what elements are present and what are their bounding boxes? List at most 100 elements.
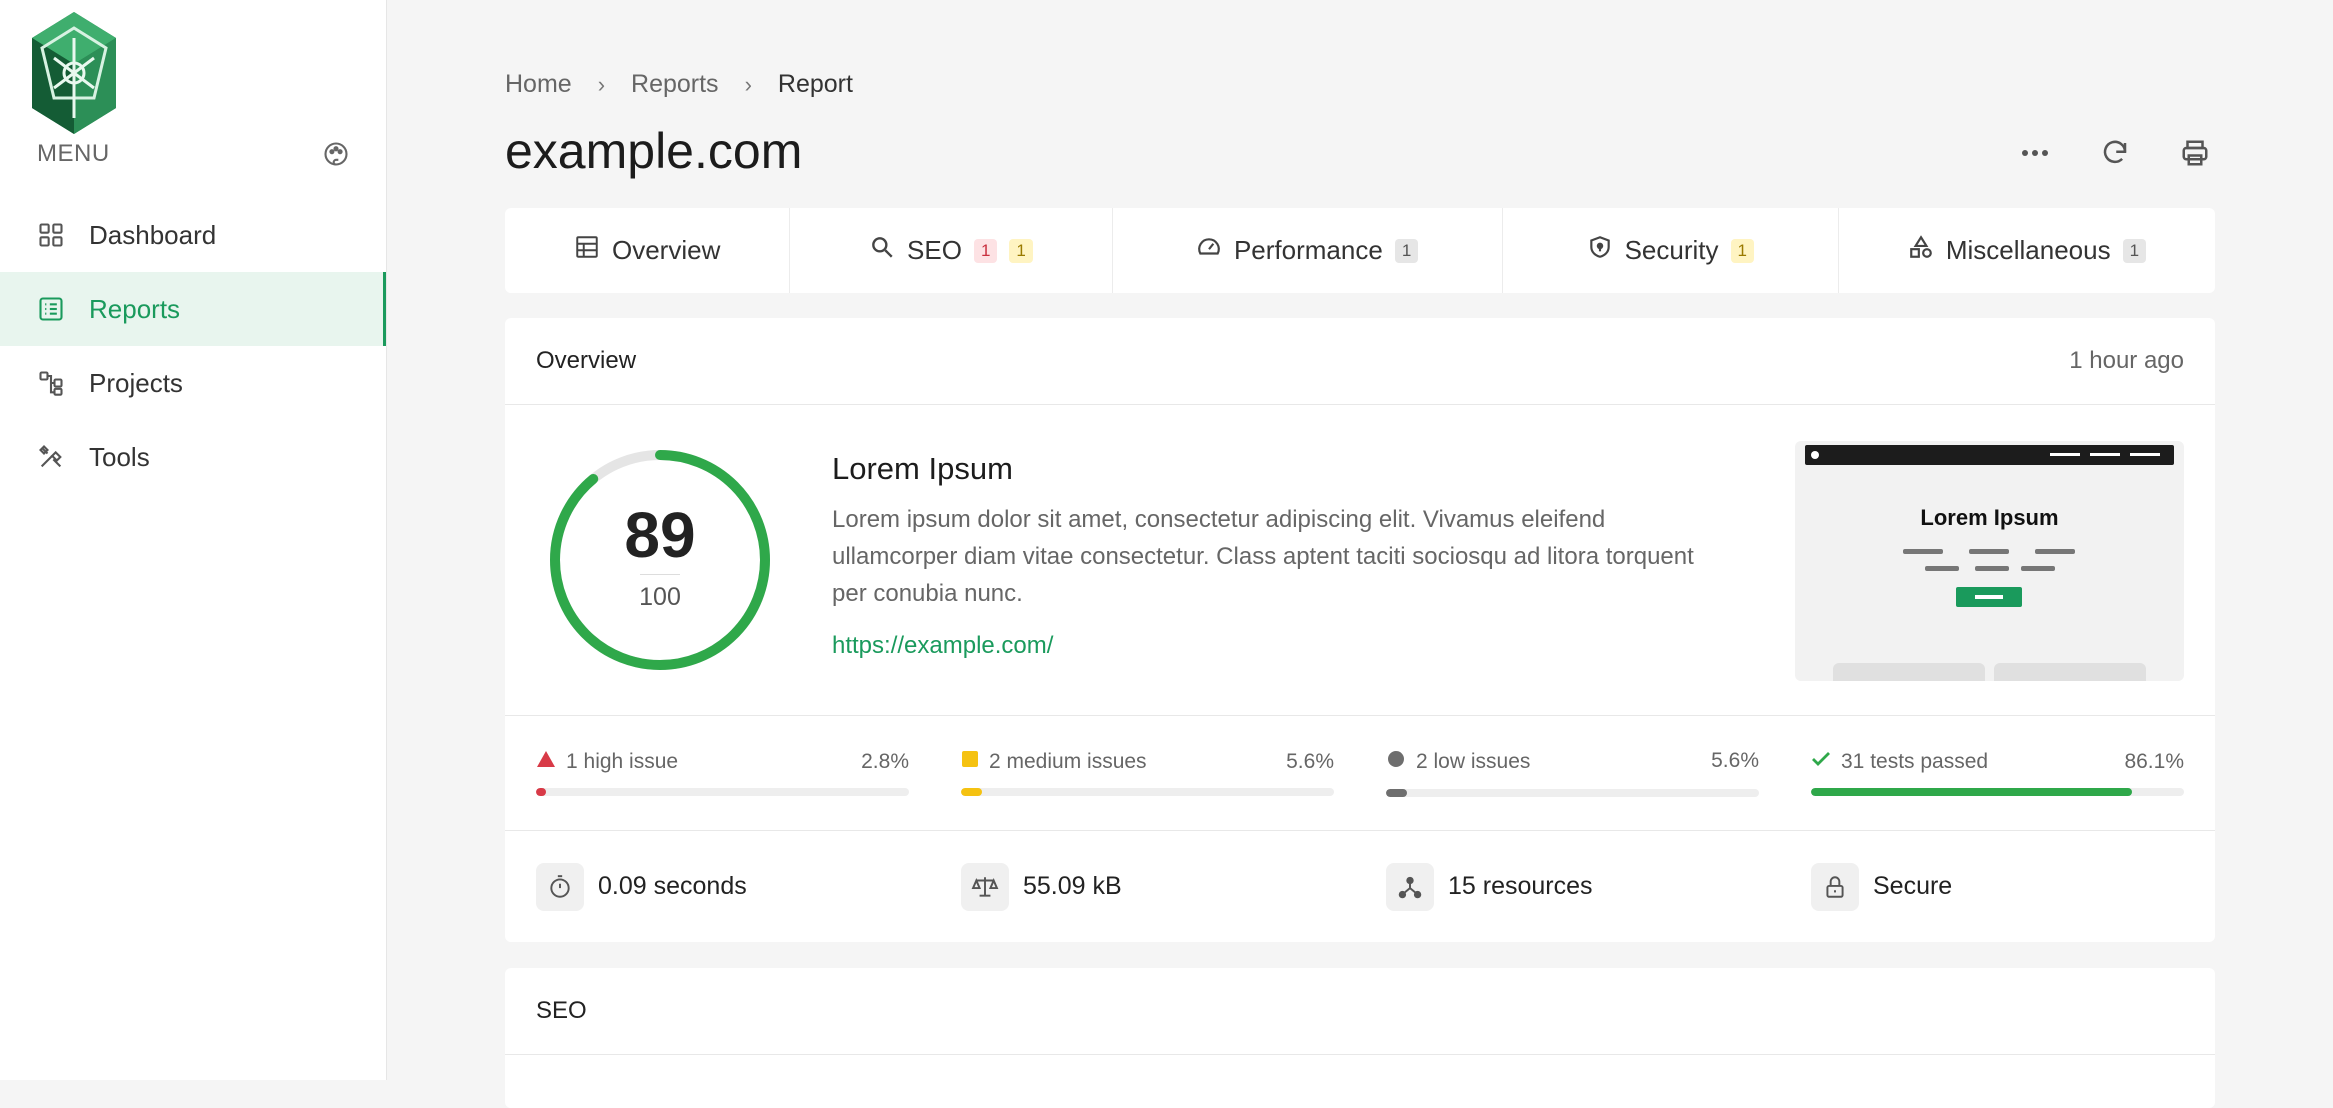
square-icon xyxy=(961,750,979,774)
tab-label: SEO xyxy=(907,235,962,265)
breadcrumb: Home › Reports › Report xyxy=(505,70,853,99)
tab-label: Miscellaneous xyxy=(1945,235,2111,265)
progress-bar-fill xyxy=(536,788,547,796)
score-max: 100 xyxy=(639,583,681,611)
progress-bar-fill xyxy=(961,788,982,796)
tab-bar: Overview SEO 1 1 Performance 1 Security … xyxy=(505,208,2215,293)
shield-icon xyxy=(1587,234,1613,267)
tab-badge: 1 xyxy=(1394,238,1419,263)
sidebar-item-dashboard[interactable]: Dashboard xyxy=(0,198,386,272)
issue-low[interactable]: 2 low issues 5.6% xyxy=(1386,749,1759,797)
stats-summary: 0.09 seconds 55.09 kB 15 resources Secur… xyxy=(505,831,2215,942)
seo-card-header: SEO xyxy=(505,968,2215,1055)
breadcrumb-home[interactable]: Home xyxy=(505,70,572,99)
score-divider xyxy=(640,574,680,575)
issues-summary: 1 high issue 2.8% 2 medium issues 5.6% 2… xyxy=(505,716,2215,831)
issue-label: 2 medium issues xyxy=(989,750,1147,773)
issue-label: 31 tests passed xyxy=(1841,750,1989,773)
progress-bar-fill xyxy=(1811,788,2133,796)
tab-miscellaneous[interactable]: Miscellaneous 1 xyxy=(1839,208,2215,293)
seo-card: SEO xyxy=(505,968,2215,1108)
progress-bar xyxy=(1811,788,2184,796)
tab-badge: 1 xyxy=(2122,238,2147,263)
stat-label: 15 resources xyxy=(1448,872,1593,900)
sidebar-item-tools[interactable]: Tools xyxy=(0,420,386,494)
site-screenshot-thumbnail[interactable]: Lorem Ipsum xyxy=(1795,441,2184,681)
refresh-icon[interactable] xyxy=(2095,136,2135,170)
breadcrumb-reports[interactable]: Reports xyxy=(631,70,719,99)
stat-page-size[interactable]: 55.09 kB xyxy=(961,862,1334,911)
progress-bar xyxy=(536,788,909,796)
sidebar-item-reports[interactable]: Reports xyxy=(0,272,386,346)
issue-label: 1 high issue xyxy=(566,750,679,773)
stat-label: 55.09 kB xyxy=(1023,872,1122,900)
site-heading: Lorem Ipsum xyxy=(832,451,1013,486)
stopwatch-icon xyxy=(536,862,584,911)
grid-icon xyxy=(37,221,65,249)
issue-percent: 86.1% xyxy=(2124,750,2184,773)
sidebar-nav: Dashboard Reports Projects Tools xyxy=(0,198,386,494)
tab-overview[interactable]: Overview xyxy=(505,208,791,293)
stat-security[interactable]: Secure xyxy=(1811,862,2184,911)
site-info: Lorem Ipsum Lorem ipsum dolor sit amet, … xyxy=(832,451,1732,660)
lock-icon xyxy=(1811,862,1859,911)
sidebar: MENU Dashboard Reports Projects Tools xyxy=(0,0,387,1080)
sidebar-item-label: Tools xyxy=(89,441,150,472)
speedometer-icon xyxy=(1196,234,1222,267)
thumbnail-title: Lorem Ipsum xyxy=(1920,505,2059,530)
tab-security[interactable]: Security 1 xyxy=(1503,208,1839,293)
breadcrumb-current: Report xyxy=(777,70,853,98)
tab-label: Overview xyxy=(611,235,721,265)
issue-percent: 5.6% xyxy=(1711,749,1759,772)
sidebar-item-label: Projects xyxy=(89,367,183,398)
page-title: example.com xyxy=(505,123,803,179)
toolbar xyxy=(2015,136,2215,170)
section-title: SEO xyxy=(536,997,587,1024)
tab-badge-medium: 1 xyxy=(1009,238,1033,263)
app-logo[interactable] xyxy=(24,8,124,138)
table-icon xyxy=(574,234,600,267)
site-description: Lorem ipsum dolor sit amet, consectetur … xyxy=(832,506,1694,607)
stat-label: 0.09 seconds xyxy=(598,872,747,900)
tab-label: Security xyxy=(1624,235,1719,265)
tab-badge-high: 1 xyxy=(973,238,998,263)
more-icon[interactable] xyxy=(2015,136,2055,170)
shapes-icon xyxy=(1908,234,1934,267)
sidebar-item-projects[interactable]: Projects xyxy=(0,346,386,420)
tools-icon xyxy=(37,443,65,471)
overview-body: 89 100 Lorem Ipsum Lorem ipsum dolor sit… xyxy=(505,405,2215,716)
tab-performance[interactable]: Performance 1 xyxy=(1113,208,1503,293)
stat-label: Secure xyxy=(1873,872,1953,900)
palette-icon[interactable] xyxy=(322,140,350,168)
flow-icon xyxy=(37,369,65,397)
tab-seo[interactable]: SEO 1 1 xyxy=(790,208,1113,293)
issue-percent: 2.8% xyxy=(861,750,909,773)
progress-bar xyxy=(1386,789,1759,797)
issue-medium[interactable]: 2 medium issues 5.6% xyxy=(961,750,1334,796)
stat-load-time[interactable]: 0.09 seconds xyxy=(536,862,909,911)
issue-high[interactable]: 1 high issue 2.8% xyxy=(536,750,909,796)
print-icon[interactable] xyxy=(2175,136,2215,170)
sidebar-item-label: Reports xyxy=(89,293,181,324)
chevron-right-icon: › xyxy=(744,71,752,97)
section-title: Overview xyxy=(536,347,637,374)
check-icon xyxy=(1811,750,1831,774)
score: 89 100 xyxy=(545,500,775,612)
tab-label: Performance xyxy=(1233,235,1383,265)
search-icon xyxy=(869,234,895,267)
tab-badge: 1 xyxy=(1730,238,1754,263)
sidebar-item-label: Dashboard xyxy=(89,219,217,250)
list-icon xyxy=(37,295,65,323)
site-url-link[interactable]: https://example.com/ xyxy=(832,632,1053,659)
overview-card-header: Overview 1 hour ago xyxy=(505,318,2215,405)
overview-card: Overview 1 hour ago 89 100 Lorem Ipsum L… xyxy=(505,318,2215,942)
warning-triangle-icon xyxy=(536,750,556,774)
circle-icon xyxy=(1386,749,1406,775)
issue-passed[interactable]: 31 tests passed 86.1% xyxy=(1811,750,2184,796)
resources-icon xyxy=(1386,862,1434,911)
timestamp: 1 hour ago xyxy=(2069,347,2184,374)
stat-resources[interactable]: 15 resources xyxy=(1386,862,1759,911)
score-value: 89 xyxy=(624,499,696,571)
issue-label: 2 low issues xyxy=(1416,750,1531,773)
progress-bar-fill xyxy=(1386,789,1407,797)
